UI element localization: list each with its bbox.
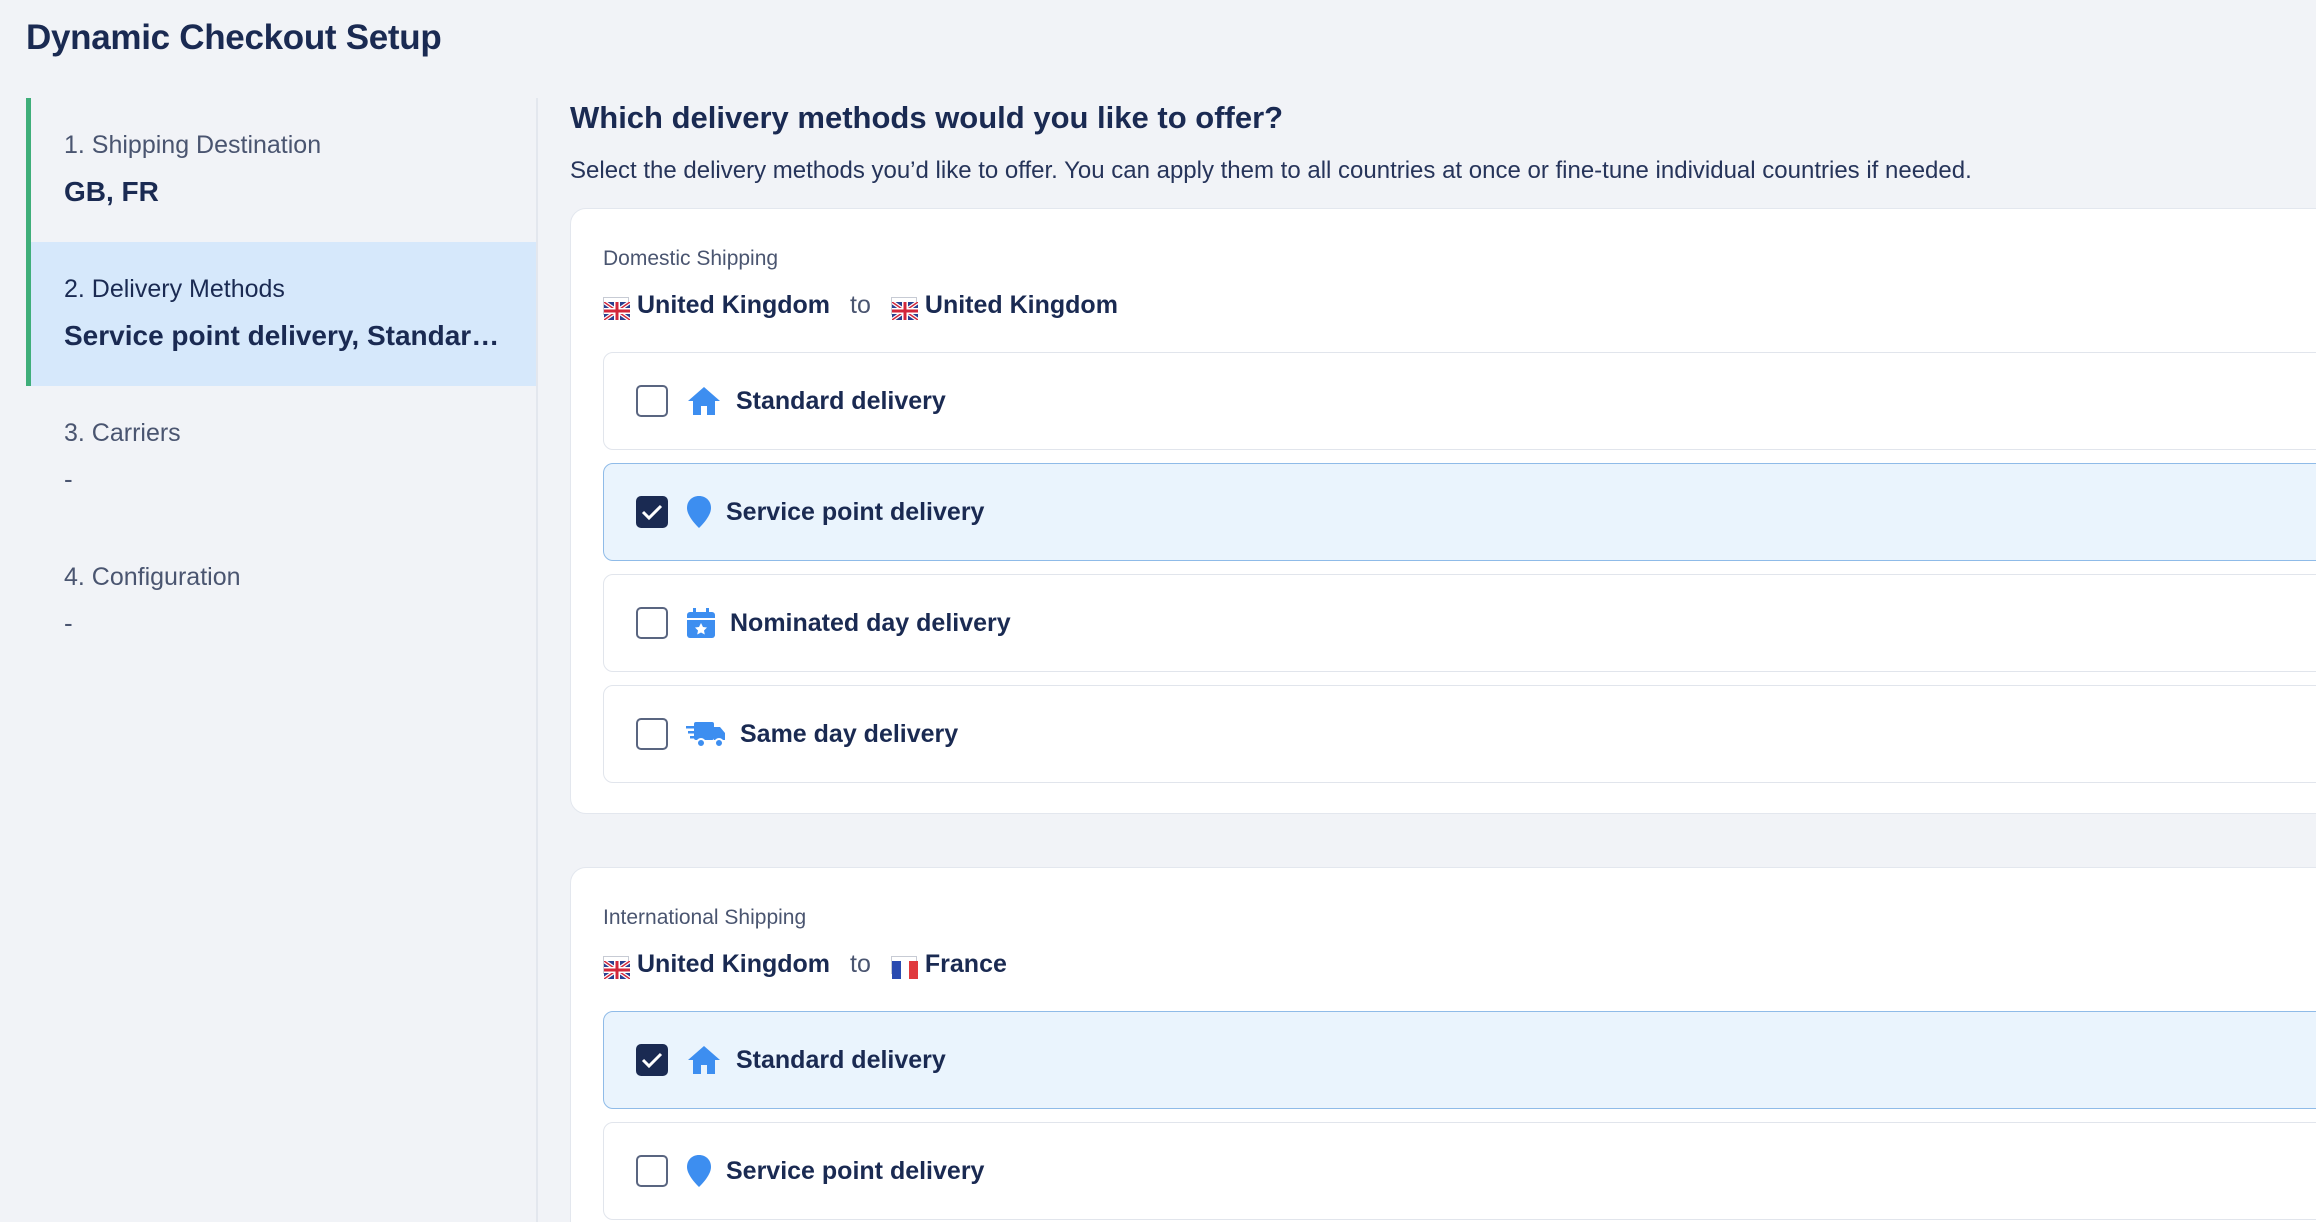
card-caption: Domestic Shipping (603, 247, 779, 270)
page-title: Dynamic Checkout Setup (26, 18, 442, 57)
dynamic-checkout-page: Dynamic Checkout Setup 1. Shipping Desti… (0, 0, 2316, 1222)
step-value: - (64, 608, 73, 638)
step-label: 4. Configuration (64, 563, 241, 591)
france-flag-icon (890, 955, 918, 979)
step-label: 1. Shipping Destination (64, 131, 322, 159)
step-delivery-methods[interactable]: 2. Delivery Methods Service point delive… (26, 242, 538, 386)
route-summary: United Kingdom to United Kingdom (602, 291, 1118, 322)
checkbox[interactable] (636, 607, 668, 639)
option-label: Service point delivery (726, 1156, 985, 1185)
home-icon (686, 385, 722, 417)
origin-country: United Kingdom (637, 950, 831, 978)
checkmark-icon (641, 504, 663, 521)
uk-flag-icon (890, 296, 920, 322)
route-summary: United Kingdom to France (602, 950, 1007, 981)
option-service-point-delivery[interactable]: Service point delivery (603, 463, 2316, 561)
uk-flag-icon (602, 955, 632, 981)
option-standard-delivery[interactable]: Standard delivery (603, 1011, 2316, 1109)
calendar-star-icon (686, 607, 716, 639)
map-pin-icon (686, 1154, 712, 1188)
option-label: Standard delivery (736, 1045, 946, 1074)
card-caption: International Shipping (603, 906, 807, 929)
destination-country: United Kingdom (924, 291, 1118, 319)
map-pin-icon (686, 495, 712, 529)
international-shipping-card: International Shipping United Kingdom to… (570, 867, 2316, 1222)
section-heading: Which delivery methods would you like to… (570, 100, 1284, 135)
option-label: Nominated day delivery (730, 608, 1011, 637)
step-carriers[interactable]: 3. Carriers - (26, 386, 538, 530)
checkbox[interactable] (636, 718, 668, 750)
checkbox-checked[interactable] (636, 1044, 668, 1076)
option-service-point-delivery[interactable]: Service point delivery (603, 1122, 2316, 1220)
origin-country: United Kingdom (637, 291, 831, 319)
step-configuration[interactable]: 4. Configuration - (26, 530, 538, 674)
option-same-day-delivery[interactable]: Same day delivery (603, 685, 2316, 783)
option-label: Service point delivery (726, 497, 985, 526)
step-value: - (64, 464, 73, 494)
domestic-shipping-card: Domestic Shipping United Kingdom to Unit… (570, 208, 2316, 814)
checkmark-icon (641, 1052, 663, 1069)
sidebar-divider (536, 98, 538, 1222)
route-to-text: to (850, 291, 871, 319)
checkbox-checked[interactable] (636, 496, 668, 528)
checkbox[interactable] (636, 385, 668, 417)
step-shipping-destination[interactable]: 1. Shipping Destination GB, FR (26, 98, 538, 242)
home-icon (686, 1044, 722, 1076)
route-to-text: to (850, 950, 871, 978)
stepper-sidebar: 1. Shipping Destination GB, FR 2. Delive… (26, 98, 538, 1222)
step-value: GB, FR (64, 176, 159, 207)
step-label: 3. Carriers (64, 419, 181, 447)
option-label: Standard delivery (736, 386, 946, 415)
option-label: Same day delivery (740, 719, 959, 748)
option-standard-delivery[interactable]: Standard delivery (603, 352, 2316, 450)
destination-country: France (924, 950, 1007, 978)
truck-fast-icon (686, 718, 726, 750)
step-value: Service point delivery, Standard ... (64, 320, 514, 351)
uk-flag-icon (602, 296, 632, 322)
option-nominated-day-delivery[interactable]: Nominated day delivery (603, 574, 2316, 672)
section-subtitle: Select the delivery methods you’d like t… (570, 157, 1972, 184)
checkbox[interactable] (636, 1155, 668, 1187)
step-label: 2. Delivery Methods (64, 275, 285, 303)
